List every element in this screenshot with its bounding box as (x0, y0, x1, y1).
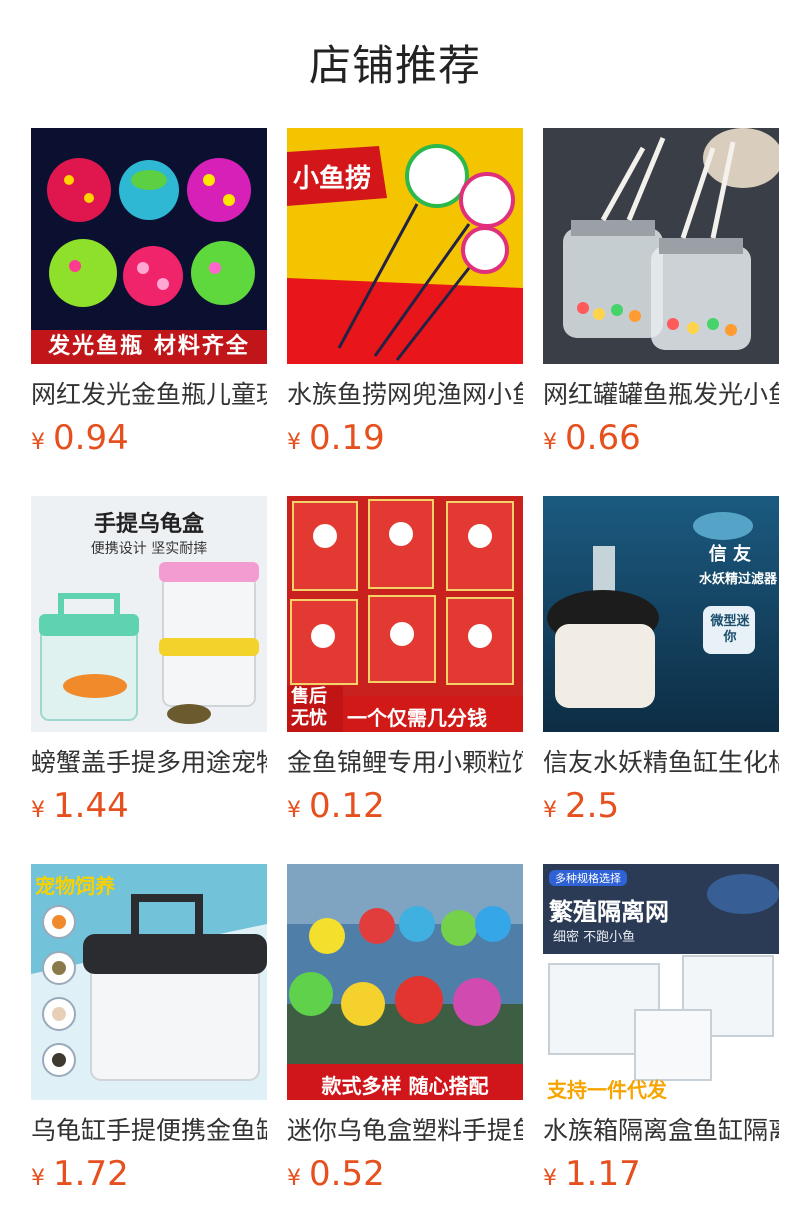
image-heading: 手提乌龟盒 (93, 512, 204, 537)
product-card[interactable]: 小鱼捞 水族鱼捞网兜渔网小鱼捞 ¥ 0.19 (287, 128, 523, 496)
product-image[interactable]: 发光鱼瓶 材料齐全 (31, 128, 267, 364)
currency-symbol: ¥ (287, 798, 301, 823)
price-value: 0.12 (309, 786, 385, 826)
product-row: 宠物饲养 乌龟缸手提便携金鱼缸 ¥ 1.72 款式多样 随心搭配 迷你乌龟盒塑料… (31, 864, 779, 1232)
price-value: 2.5 (565, 786, 620, 826)
product-name[interactable]: 水族箱隔离盒鱼缸隔离网 (543, 1114, 779, 1148)
currency-symbol: ¥ (543, 1166, 557, 1191)
product-image[interactable]: 宠物饲养 (31, 864, 267, 1100)
image-heading: 宠物饲养 (35, 874, 115, 898)
product-price: ¥ 1.44 (31, 786, 267, 830)
product-card[interactable]: 发光鱼瓶 材料齐全 网红发光金鱼瓶儿童玩具 ¥ 0.94 (31, 128, 267, 496)
currency-symbol: ¥ (287, 1166, 301, 1191)
product-name[interactable]: 迷你乌龟盒塑料手提鱼瓶 (287, 1114, 523, 1148)
product-card[interactable]: 售后无忧 一个仅需几分钱 金鱼锦鲤专用小颗粒饲料 ¥ 0.12 (287, 496, 523, 864)
image-heading: 繁殖隔离网 (549, 898, 669, 926)
product-grid: 发光鱼瓶 材料齐全 网红发光金鱼瓶儿童玩具 ¥ 0.94 (31, 128, 779, 1232)
price-value: 1.72 (53, 1154, 129, 1194)
image-banner: 一个仅需几分钱 (347, 706, 487, 730)
product-name[interactable]: 金鱼锦鲤专用小颗粒饲料 (287, 746, 523, 780)
product-row: 发光鱼瓶 材料齐全 网红发光金鱼瓶儿童玩具 ¥ 0.94 (31, 128, 779, 496)
product-image[interactable]: 多种规格选择 繁殖隔离网 细密 不跑小鱼 支持一件代发 (543, 864, 779, 1100)
image-badge: 售后无忧 (291, 686, 327, 729)
product-card[interactable]: 款式多样 随心搭配 迷你乌龟盒塑料手提鱼瓶 ¥ 0.52 (287, 864, 523, 1232)
store-recommend-page: 店铺推荐 发光鱼瓶 材料齐全 网红发光金鱼瓶儿童 ¥ 0.94 小鱼捞 水族鱼捞… (0, 0, 790, 1232)
image-heading: 信 友 (708, 544, 751, 565)
currency-symbol: ¥ (31, 430, 45, 455)
product-name[interactable]: 网红发光金鱼瓶儿童玩具 (31, 378, 267, 412)
image-subheading: 水妖精过滤器 (698, 572, 777, 587)
product-price: ¥ 1.72 (31, 1154, 267, 1198)
product-row: 手提乌龟盒 便携设计 坚实耐摔 螃蟹盖手提多用途宠物盒 ¥ 1.44 (31, 496, 779, 864)
product-price: ¥ 0.66 (543, 418, 779, 462)
price-value: 1.44 (53, 786, 129, 826)
currency-symbol: ¥ (31, 1166, 45, 1191)
image-banner: 发光鱼瓶 材料齐全 (48, 334, 250, 359)
product-name[interactable]: 螃蟹盖手提多用途宠物盒 (31, 746, 267, 780)
price-value: 0.52 (309, 1154, 385, 1194)
product-image[interactable]: 小鱼捞 (287, 128, 523, 364)
product-card[interactable]: 多种规格选择 繁殖隔离网 细密 不跑小鱼 支持一件代发 水族箱隔离盒鱼缸隔离网 … (543, 864, 779, 1232)
product-price: ¥ 2.5 (543, 786, 779, 830)
image-badge: 多种规格选择 (549, 870, 627, 886)
product-name[interactable]: 乌龟缸手提便携金鱼缸 (31, 1114, 267, 1148)
currency-symbol: ¥ (543, 798, 557, 823)
image-subheading: 细密 不跑小鱼 (553, 930, 636, 945)
price-value: 1.17 (565, 1154, 641, 1194)
product-image[interactable] (543, 128, 779, 364)
currency-symbol: ¥ (287, 430, 301, 455)
product-name[interactable]: 水族鱼捞网兜渔网小鱼捞 (287, 378, 523, 412)
product-card[interactable]: 信 友 水妖精过滤器 微型迷你 信友水妖精鱼缸生化棉过滤器 ¥ 2.5 (543, 496, 779, 864)
product-price: ¥ 0.52 (287, 1154, 523, 1198)
section-title: 店铺推荐 (308, 41, 481, 90)
product-price: ¥ 0.94 (31, 418, 267, 462)
product-name[interactable]: 网红罐罐鱼瓶发光小鱼瓶 (543, 378, 779, 412)
product-image[interactable]: 售后无忧 一个仅需几分钱 (287, 496, 523, 732)
price-value: 0.94 (53, 418, 129, 458)
product-card[interactable]: 宠物饲养 乌龟缸手提便携金鱼缸 ¥ 1.72 (31, 864, 267, 1232)
currency-symbol: ¥ (31, 798, 45, 823)
image-banner: 支持一件代发 (547, 1078, 667, 1100)
product-image[interactable]: 款式多样 随心搭配 (287, 864, 523, 1100)
image-banner: 小鱼捞 (293, 164, 372, 194)
price-value: 0.19 (309, 418, 385, 458)
product-price: ¥ 0.12 (287, 786, 523, 830)
product-name[interactable]: 信友水妖精鱼缸生化棉过滤器 (543, 746, 779, 780)
image-subheading: 便携设计 坚实耐摔 (90, 541, 208, 557)
product-card[interactable]: 网红罐罐鱼瓶发光小鱼瓶 ¥ 0.66 (543, 128, 779, 496)
product-price: ¥ 0.19 (287, 418, 523, 462)
product-image[interactable]: 手提乌龟盒 便携设计 坚实耐摔 (31, 496, 267, 732)
image-tag: 微型迷你 (710, 614, 750, 645)
product-card[interactable]: 手提乌龟盒 便携设计 坚实耐摔 螃蟹盖手提多用途宠物盒 ¥ 1.44 (31, 496, 267, 864)
image-banner: 款式多样 随心搭配 (321, 1074, 489, 1098)
price-value: 0.66 (565, 418, 641, 458)
currency-symbol: ¥ (543, 430, 557, 455)
product-image[interactable]: 信 友 水妖精过滤器 微型迷你 (543, 496, 779, 732)
product-price: ¥ 1.17 (543, 1154, 779, 1198)
